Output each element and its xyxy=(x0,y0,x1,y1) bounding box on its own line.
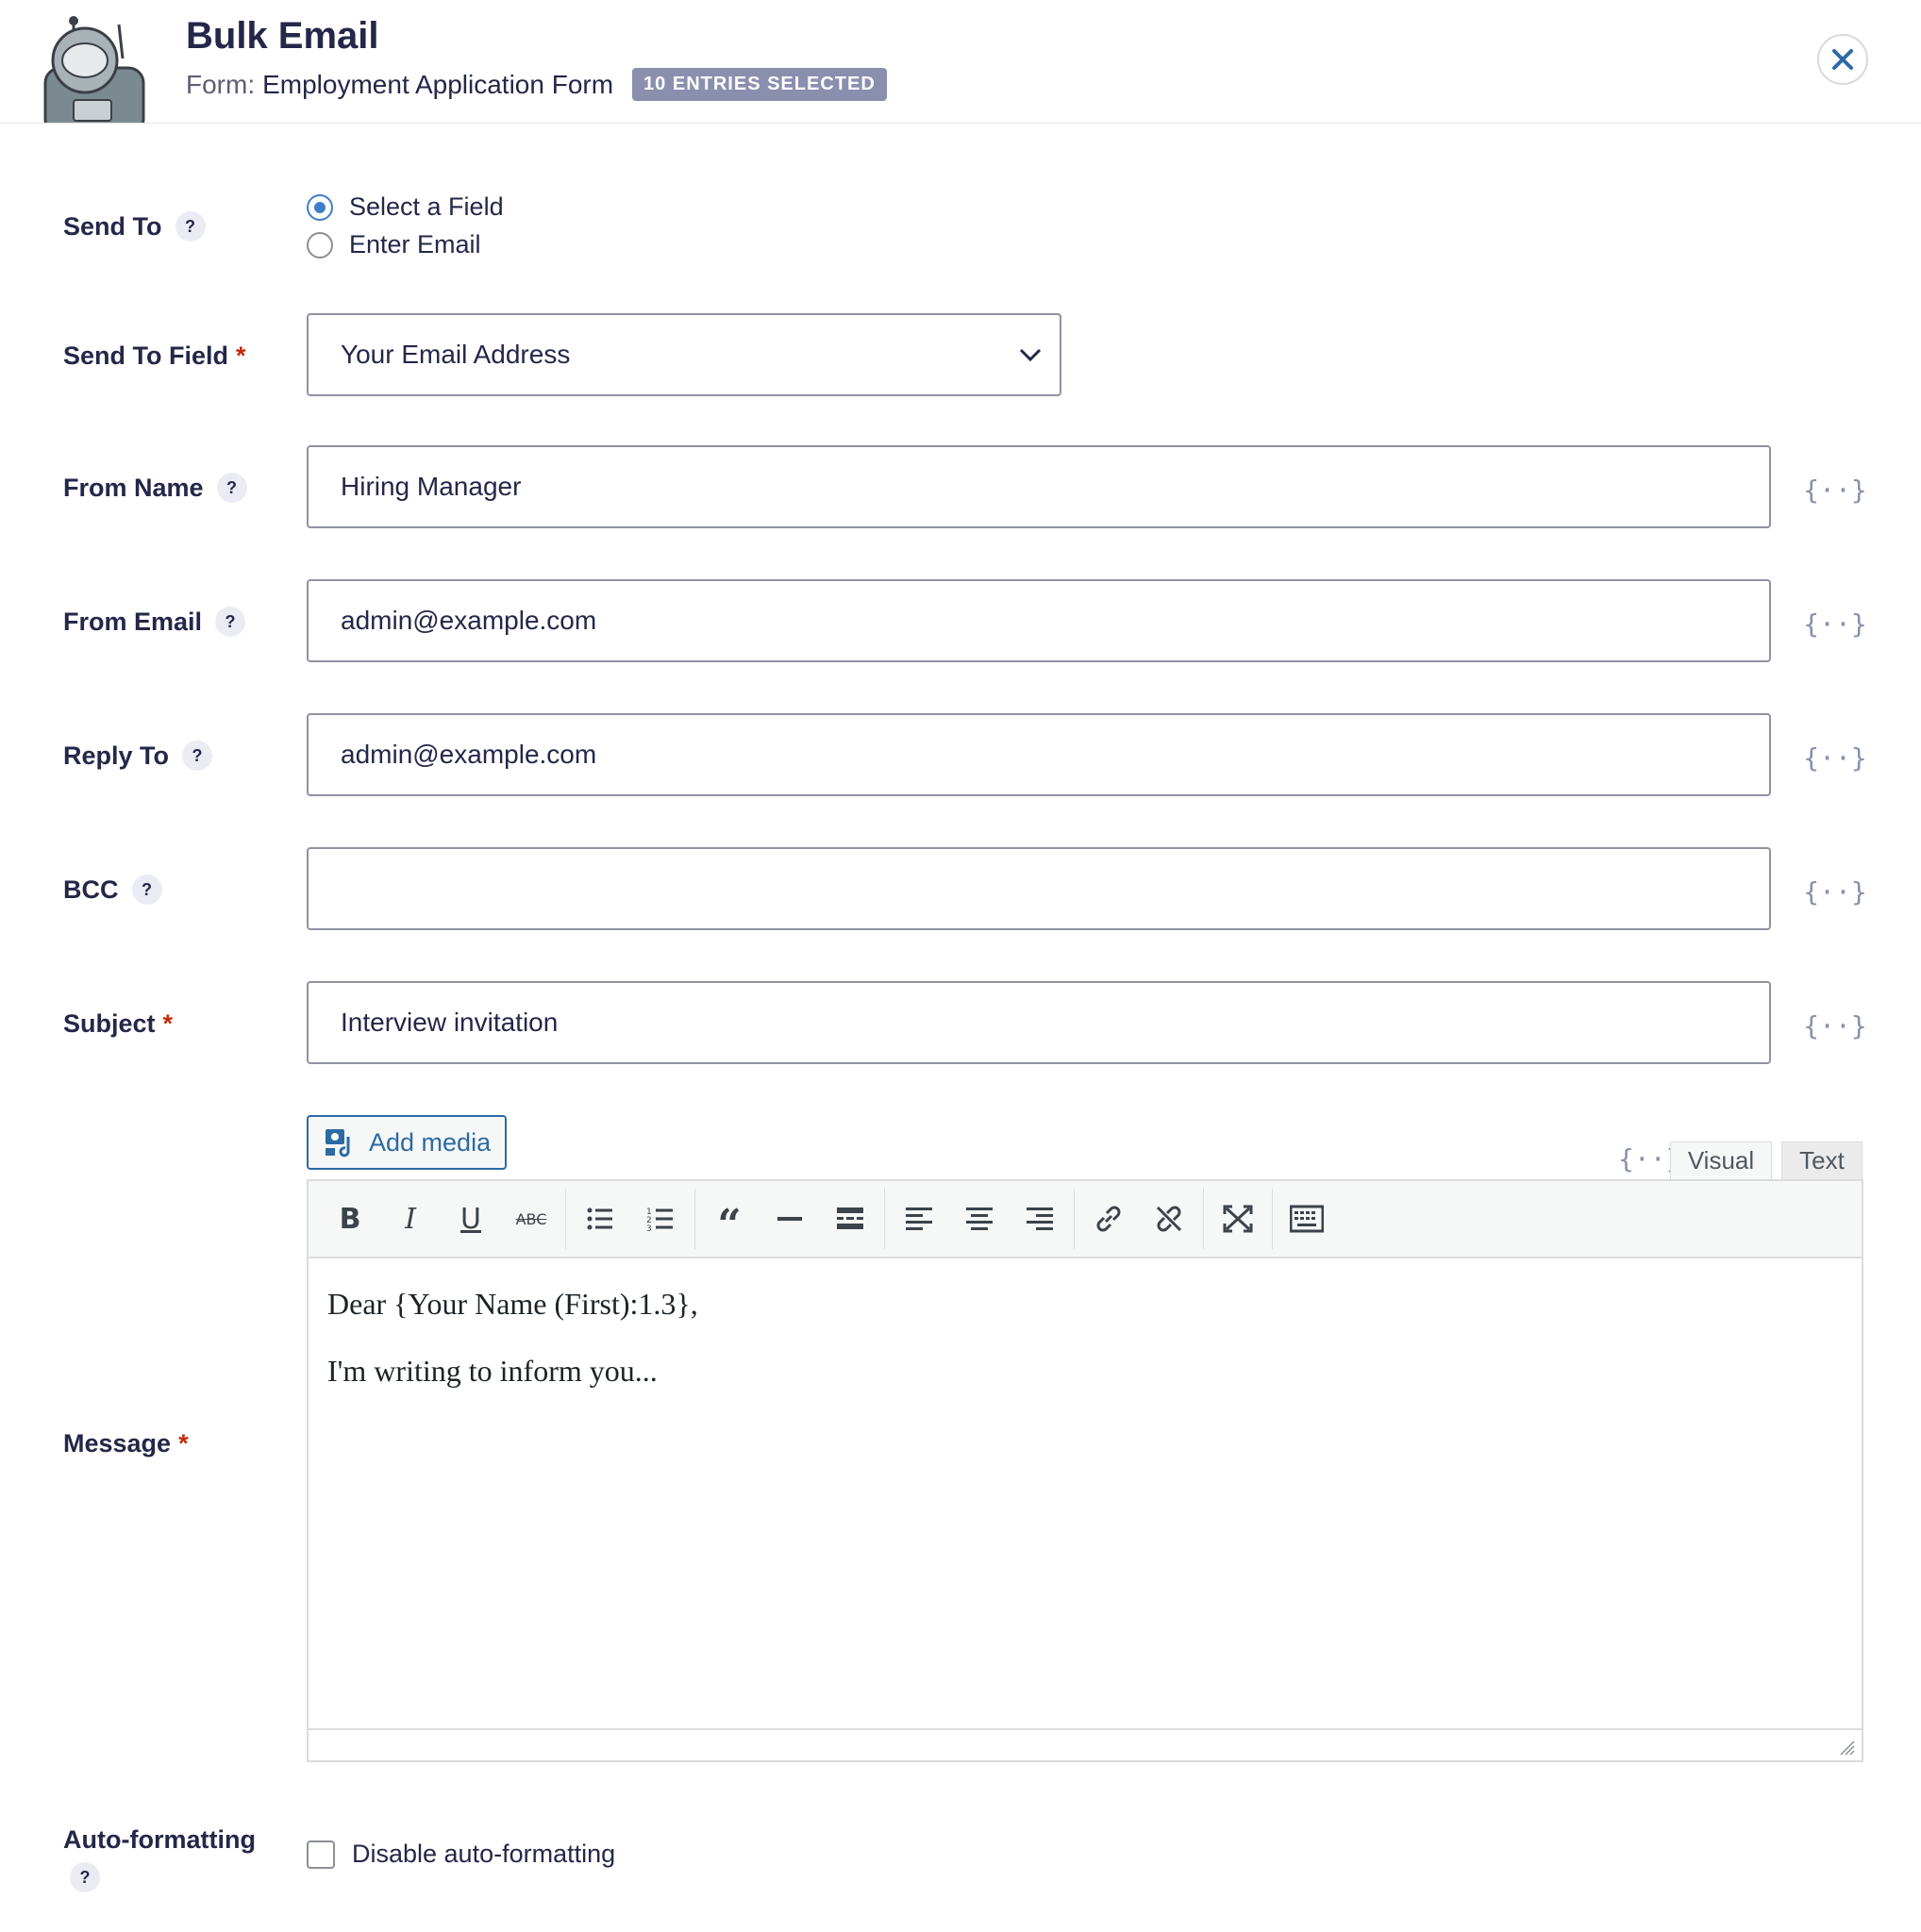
tab-visual[interactable]: Visual xyxy=(1670,1141,1772,1179)
toolbar-divider xyxy=(694,1189,695,1249)
form-prefix: Form: xyxy=(186,69,256,99)
auto-formatting-label: Auto-formatting xyxy=(63,1825,256,1854)
align-left-icon[interactable] xyxy=(889,1189,949,1249)
radio-button[interactable] xyxy=(307,231,333,258)
bulleted-list-icon[interactable] xyxy=(570,1189,630,1249)
add-media-button[interactable]: Add media xyxy=(307,1115,507,1170)
toolbar-divider xyxy=(565,1189,566,1249)
read-more-icon[interactable] xyxy=(820,1189,880,1249)
required-marker: * xyxy=(236,341,246,370)
checkbox[interactable] xyxy=(307,1840,335,1869)
tab-text[interactable]: Text xyxy=(1781,1141,1863,1179)
chevron-down-icon xyxy=(1019,348,1042,362)
link-icon[interactable] xyxy=(1078,1189,1139,1249)
disable-auto-formatting-checkbox[interactable]: Disable auto-formatting xyxy=(307,1840,615,1869)
close-button[interactable] xyxy=(1817,34,1868,85)
auto-formatting-help-icon[interactable]: ? xyxy=(70,1862,100,1892)
subject-label: Subject * xyxy=(63,1009,174,1038)
toolbar-divider xyxy=(1074,1189,1075,1249)
from-email-help-icon[interactable]: ? xyxy=(215,607,246,637)
italic-icon[interactable]: I xyxy=(380,1189,441,1249)
align-center-icon[interactable] xyxy=(949,1189,1010,1249)
close-icon xyxy=(1832,49,1853,70)
toolbar-divider xyxy=(884,1189,885,1249)
blockquote-icon[interactable]: “ xyxy=(699,1189,760,1249)
from-email-label: From Email ? xyxy=(63,607,246,637)
fullscreen-icon[interactable] xyxy=(1208,1189,1268,1249)
modal-header: Bulk Email Form: Employment Application … xyxy=(0,0,1921,136)
from-name-input[interactable]: Hiring Manager xyxy=(307,445,1771,528)
bold-icon[interactable]: B xyxy=(320,1189,380,1249)
astronaut-logo-icon xyxy=(38,11,151,136)
send-to-field-label: Send To Field * xyxy=(63,341,246,370)
resize-handle-icon[interactable] xyxy=(1837,1738,1856,1757)
bcc-help-icon[interactable]: ? xyxy=(131,874,162,905)
bcc-label: BCC ? xyxy=(63,874,162,905)
editor-paragraph: I'm writing to inform you... xyxy=(327,1354,658,1388)
bcc-input[interactable] xyxy=(307,847,1771,930)
merge-tags-icon[interactable]: {··} xyxy=(1803,471,1866,508)
strikethrough-icon[interactable]: ABC xyxy=(501,1189,561,1249)
message-editor[interactable]: B I U ABC 123 “ Dear {Your Name (First):… xyxy=(307,1179,1863,1762)
reply-to-help-icon[interactable]: ? xyxy=(182,741,213,771)
form-subtitle: Form: Employment Application Form 10 ENT… xyxy=(186,68,887,101)
reply-to-input[interactable]: admin@example.com xyxy=(307,713,1771,796)
unlink-icon[interactable] xyxy=(1139,1189,1199,1249)
message-label: Message * xyxy=(63,1429,189,1457)
editor-toolbar: B I U ABC 123 “ xyxy=(309,1181,1862,1258)
toolbar-divider xyxy=(1272,1189,1273,1249)
media-icon xyxy=(326,1129,350,1158)
underline-icon[interactable]: U xyxy=(441,1189,501,1249)
subject-input[interactable]: Interview invitation xyxy=(307,981,1771,1064)
from-name-label: From Name ? xyxy=(63,473,247,503)
editor-content[interactable]: Dear {Your Name (First):1.3}, I'm writin… xyxy=(309,1258,1862,1449)
horizontal-line-icon[interactable] xyxy=(760,1189,820,1249)
entries-selected-badge: 10 ENTRIES SELECTED xyxy=(632,68,887,101)
toolbar-divider xyxy=(1203,1189,1204,1249)
align-right-icon[interactable] xyxy=(1010,1189,1070,1249)
radio-select-a-field[interactable]: Select a Field xyxy=(307,192,504,222)
merge-tags-icon[interactable]: {··} xyxy=(1803,605,1866,642)
from-email-input[interactable]: admin@example.com xyxy=(307,579,1771,662)
numbered-list-icon[interactable]: 123 xyxy=(630,1189,691,1249)
send-to-help-icon[interactable]: ? xyxy=(175,211,206,242)
merge-tags-icon[interactable]: {··} xyxy=(1803,739,1866,776)
reply-to-label: Reply To ? xyxy=(63,741,213,771)
editor-statusbar xyxy=(309,1728,1862,1760)
editor-paragraph: Dear {Your Name (First):1.3}, xyxy=(327,1287,698,1321)
modal-title: Bulk Email xyxy=(186,15,379,57)
send-to-field-select[interactable]: Your Email Address xyxy=(307,313,1061,396)
required-marker: * xyxy=(162,1009,174,1038)
from-name-help-icon[interactable]: ? xyxy=(216,473,247,503)
form-name: Employment Application Form xyxy=(262,69,614,99)
svg-text:3: 3 xyxy=(646,1224,652,1232)
radio-button-checked[interactable] xyxy=(307,193,333,221)
radio-enter-email[interactable]: Enter Email xyxy=(307,230,481,259)
merge-tags-icon[interactable]: {··} xyxy=(1803,1007,1866,1044)
merge-tags-icon[interactable]: {··} xyxy=(1803,873,1866,910)
send-to-label: Send To ? xyxy=(63,211,206,242)
toolbar-toggle-icon[interactable] xyxy=(1277,1189,1337,1249)
required-marker: * xyxy=(178,1429,189,1457)
